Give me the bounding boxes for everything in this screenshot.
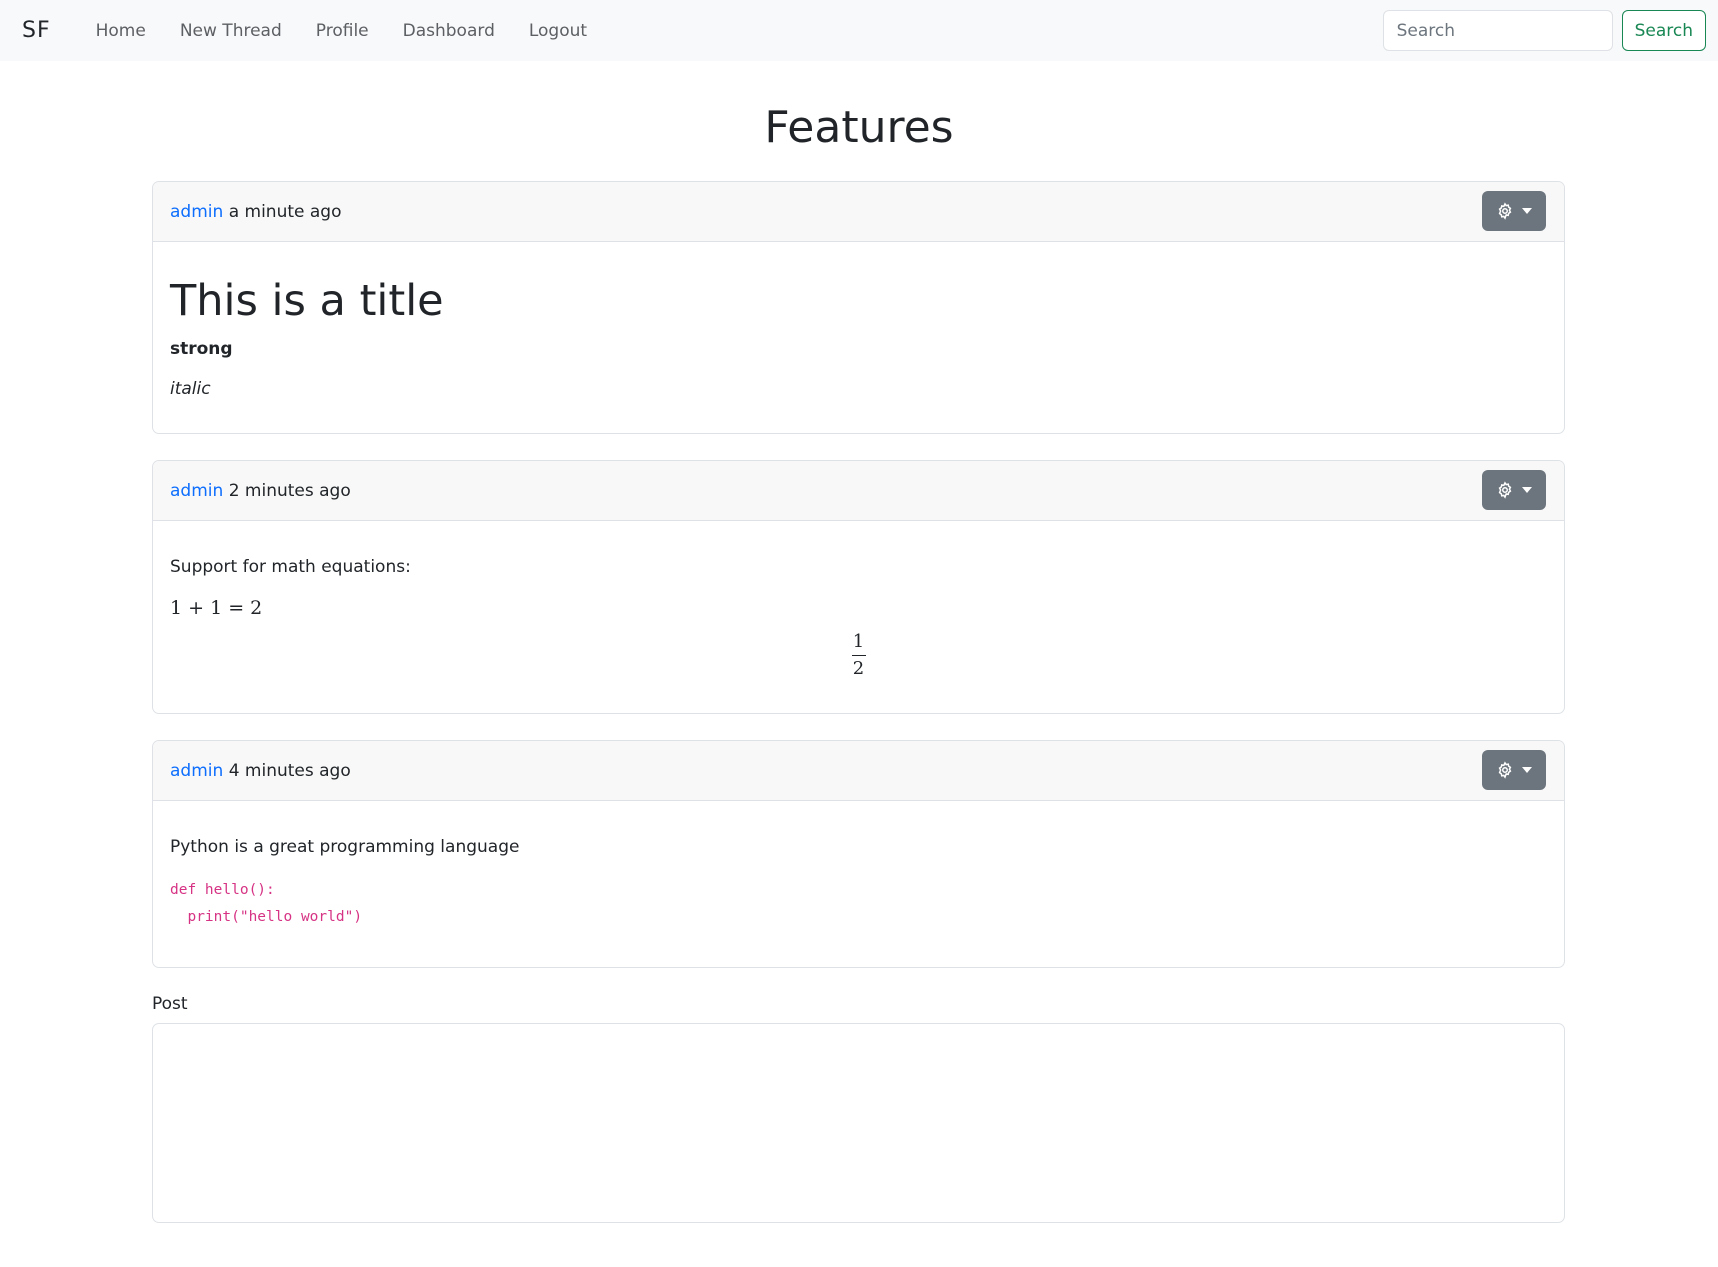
page-title: Features [764, 102, 954, 153]
fraction-bar [851, 655, 866, 656]
caret-down-icon [1522, 487, 1532, 493]
post-header: admin a minute ago [153, 182, 1564, 242]
post-header: admin 4 minutes ago [153, 741, 1564, 801]
nav-profile[interactable]: Profile [299, 21, 386, 41]
search-button[interactable]: Search [1621, 10, 1706, 51]
brand-logo[interactable]: SF [22, 18, 51, 43]
gear-icon [1498, 761, 1512, 779]
post-card: admin 2 minutes ago Support for math equ… [152, 460, 1565, 714]
gear-icon [1498, 481, 1512, 499]
post-text: Python is a great programming language [170, 837, 520, 857]
math-display-fraction: 1 2 [849, 631, 869, 680]
fraction-numerator: 1 [852, 631, 865, 652]
post-options-button[interactable] [1482, 191, 1546, 231]
code-block: def hello(): print("hello world") [170, 882, 363, 925]
post-header: admin 2 minutes ago [153, 461, 1564, 521]
post-card: admin a minute ago This is a title stron… [152, 181, 1565, 434]
fraction-denominator: 2 [852, 658, 865, 679]
nav-logout[interactable]: Logout [512, 21, 604, 41]
nav-dashboard[interactable]: Dashboard [386, 21, 512, 41]
post-author-link[interactable]: admin [170, 481, 223, 501]
post-italic-text: italic [170, 379, 211, 399]
post-body: Support for math equations: 1 + 1 = 2 1 … [153, 521, 1564, 713]
thread-container: admin a minute ago This is a title stron… [152, 181, 1565, 1223]
post-options-button[interactable] [1482, 470, 1546, 510]
nav-new-thread[interactable]: New Thread [163, 21, 299, 41]
search-form: Search [1382, 10, 1706, 51]
post-timestamp: a minute ago [228, 201, 342, 222]
post-timestamp: 4 minutes ago [228, 760, 351, 781]
post-author-link[interactable]: admin [170, 202, 223, 222]
post-strong-text: strong [170, 339, 233, 359]
post-card: admin 4 minutes ago Python is a great pr… [152, 740, 1565, 968]
post-options-button[interactable] [1482, 750, 1546, 790]
caret-down-icon [1522, 208, 1532, 214]
post-meta: admin 2 minutes ago [170, 481, 351, 501]
post-body: This is a title strong italic [153, 242, 1564, 433]
reply-label: Post [152, 994, 188, 1014]
gear-icon [1498, 202, 1512, 220]
post-heading: This is a title [170, 276, 444, 326]
post-meta: admin 4 minutes ago [170, 761, 351, 781]
post-text: Support for math equations: [170, 557, 411, 577]
navbar: SF Home New Thread Profile Dashboard Log… [0, 0, 1718, 61]
search-input[interactable] [1382, 10, 1613, 51]
reply-editor[interactable] [152, 1023, 1565, 1223]
post-author-link[interactable]: admin [170, 761, 223, 781]
post-timestamp: 2 minutes ago [228, 480, 351, 501]
post-body: Python is a great programming language d… [153, 801, 1564, 967]
nav-home[interactable]: Home [79, 21, 163, 41]
post-meta: admin a minute ago [170, 202, 341, 222]
caret-down-icon [1522, 767, 1532, 773]
math-inline-equation: 1 + 1 = 2 [170, 597, 263, 619]
